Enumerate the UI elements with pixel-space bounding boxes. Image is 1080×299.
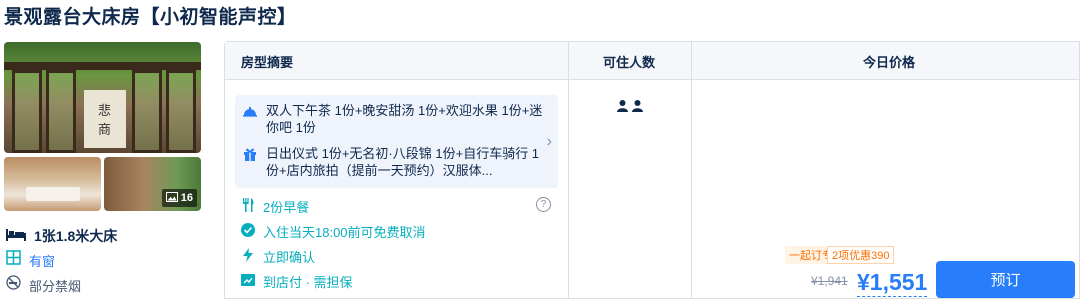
smoking-info: 部分禁烟: [29, 278, 82, 294]
photo-count-badge: 16: [161, 189, 197, 207]
room-photo-thumb-2[interactable]: 16: [104, 157, 201, 211]
room-photo-main[interactable]: 悲 商: [4, 42, 201, 153]
policy-payment: 到店付 · 需担保: [241, 272, 353, 291]
room-title: 景观露台大床房【小初智能声控】: [4, 7, 297, 28]
dining-cloche-icon: [243, 102, 259, 136]
book-button[interactable]: 预订: [936, 261, 1075, 298]
utensils-icon: [241, 198, 255, 215]
header-price: 今日价格: [863, 55, 916, 70]
guest-capacity: [617, 99, 643, 117]
rate-table: 房型摘要 可住人数 今日价格 双人下午茶 1份+晚安甜汤 1份+欢迎水果 1份+…: [224, 41, 1080, 299]
bed-type: 1张1.8米大床: [34, 228, 118, 244]
photo-sign: 悲 商: [84, 90, 126, 148]
table-header: 房型摘要 可住人数 今日价格: [225, 42, 1079, 80]
no-smoking-icon: [6, 275, 21, 295]
payment-text: 到店付 · 需担保: [263, 275, 353, 290]
gift-icon: [243, 145, 259, 179]
window-info: 有窗: [29, 253, 56, 269]
breakfast-text: 2份早餐: [263, 200, 310, 215]
promo-discount[interactable]: 2项优惠390: [827, 246, 895, 264]
window-icon: [6, 250, 21, 270]
original-price: ¥1,941: [811, 274, 848, 288]
photo-count: 16: [180, 192, 193, 204]
fact-bed: 1张1.8米大床: [6, 226, 117, 246]
fact-smoking: 部分禁烟: [6, 275, 81, 295]
question-icon[interactable]: ?: [536, 197, 551, 212]
policy-breakfast: 2份早餐: [241, 197, 309, 216]
image-icon: [165, 191, 178, 205]
policy-confirmation: 立即确认: [241, 247, 315, 266]
cancellation-text: 入住当天18:00前可免费取消: [263, 225, 426, 240]
fact-window: 有窗: [6, 250, 55, 270]
current-price[interactable]: ¥1,551: [857, 268, 928, 297]
package-line-2: 日出仪式 1份+无名初·八段锦 1份+自行车骑行 1份+店内旅拍（提前一天预约）…: [266, 146, 540, 178]
pay-at-hotel-icon: [241, 273, 255, 290]
person-icon: [617, 99, 628, 117]
column-divider: [568, 42, 569, 298]
check-circle-icon: [241, 223, 255, 240]
room-photo-thumb-1[interactable]: [4, 157, 101, 211]
chevron-right-icon[interactable]: ›: [547, 133, 552, 151]
header-room-summary: 房型摘要: [241, 55, 294, 70]
policy-cancellation: 入住当天18:00前可免费取消: [241, 222, 426, 241]
package-line-1: 双人下午茶 1份+晚安甜汤 1份+欢迎水果 1份+迷你吧 1份: [266, 103, 543, 135]
header-guests: 可住人数: [603, 55, 656, 70]
column-divider: [691, 42, 692, 298]
lightning-icon: [241, 248, 255, 265]
bed-icon: [6, 227, 26, 246]
person-icon: [632, 99, 643, 117]
confirmation-text: 立即确认: [263, 250, 316, 265]
package-info[interactable]: 双人下午茶 1份+晚安甜汤 1份+欢迎水果 1份+迷你吧 1份 日出仪式 1份+…: [235, 95, 558, 188]
